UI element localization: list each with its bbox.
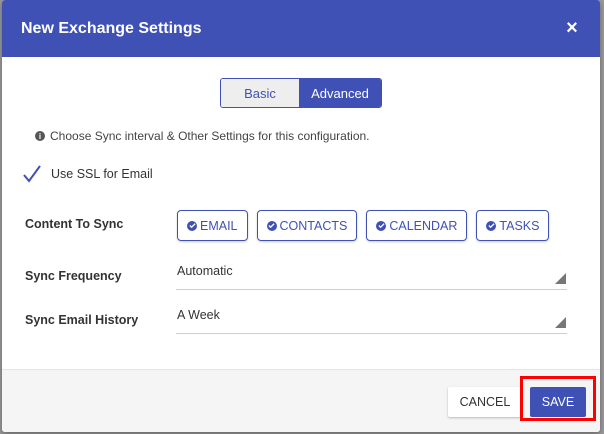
info-text: Choose Sync interval & Other Settings fo… xyxy=(50,129,370,143)
close-icon[interactable]: × xyxy=(562,17,582,39)
chip-label: TASKS xyxy=(499,218,540,233)
chip-label: CONTACTS xyxy=(279,218,348,233)
chip-tasks[interactable]: TASKS xyxy=(476,210,550,241)
cancel-button[interactable]: CANCEL xyxy=(448,387,522,417)
mode-toggle: Basic Advanced xyxy=(220,78,382,108)
tab-basic[interactable]: Basic xyxy=(221,79,299,107)
sync-email-history-label: Sync Email History xyxy=(25,313,139,327)
exchange-settings-dialog: New Exchange Settings × Basic Advanced i… xyxy=(2,0,600,432)
dialog-header: New Exchange Settings × xyxy=(2,0,600,57)
check-circle-icon xyxy=(376,220,387,231)
save-highlight-box xyxy=(520,376,596,421)
dialog-footer: CANCEL SAVE xyxy=(2,369,600,432)
sync-email-history-value: A Week xyxy=(177,308,220,322)
dropdown-arrow-icon xyxy=(555,273,566,284)
content-chips: EMAIL CONTACTS CALENDAR TASKS xyxy=(177,210,558,241)
info-message: i Choose Sync interval & Other Settings … xyxy=(35,129,370,143)
checkmark-icon xyxy=(23,165,41,183)
info-icon: i xyxy=(35,131,45,141)
content-to-sync-label: Content To Sync xyxy=(25,217,124,231)
check-circle-icon xyxy=(486,220,497,231)
ssl-checkbox[interactable]: Use SSL for Email xyxy=(22,164,153,184)
sync-frequency-value: Automatic xyxy=(177,264,233,278)
sync-frequency-label: Sync Frequency xyxy=(25,269,122,283)
dropdown-arrow-icon xyxy=(555,317,566,328)
check-circle-icon xyxy=(266,220,277,231)
chip-calendar[interactable]: CALENDAR xyxy=(366,210,468,241)
chip-label: EMAIL xyxy=(200,218,238,233)
dialog-title: New Exchange Settings xyxy=(21,19,202,37)
sync-email-history-select[interactable]: A Week xyxy=(176,308,567,334)
sync-frequency-select[interactable]: Automatic xyxy=(176,264,567,290)
tab-advanced[interactable]: Advanced xyxy=(299,79,381,107)
chip-label: CALENDAR xyxy=(389,218,458,233)
chip-email[interactable]: EMAIL xyxy=(177,210,248,241)
ssl-label: Use SSL for Email xyxy=(51,167,153,181)
chip-contacts[interactable]: CONTACTS xyxy=(256,210,358,241)
check-circle-icon xyxy=(187,220,197,231)
